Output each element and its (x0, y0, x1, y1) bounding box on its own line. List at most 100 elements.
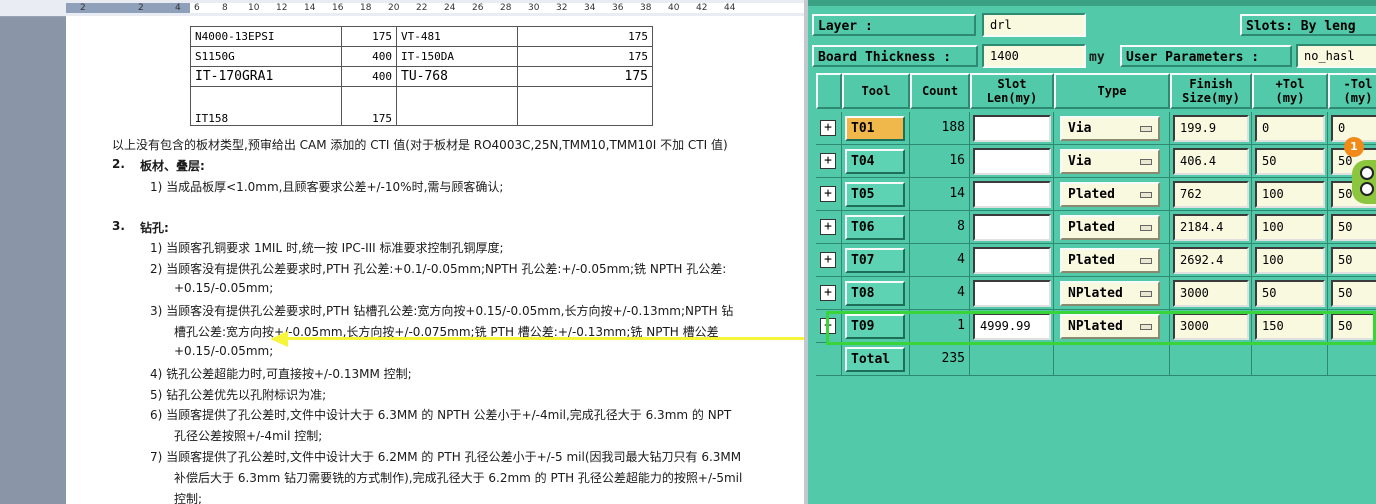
ruler-tick: 16 (332, 3, 344, 13)
col-header-minus-tol: -Tol (my) (1328, 73, 1376, 109)
plus-tol-input[interactable]: 0 (1255, 115, 1325, 142)
mascot-eye-icon (1360, 166, 1374, 180)
list-item-continued: +0.15/-0.05mm; (174, 281, 274, 295)
table-row: IT-170GRA1 400 TU-768 175 (190, 66, 653, 87)
type-dropdown[interactable]: Via (1060, 149, 1160, 174)
horizontal-ruler[interactable]: 2 2 4 6 8 10 12 14 16 18 20 22 24 26 28 … (0, 0, 804, 17)
finish-size-input[interactable]: 199.9 (1173, 115, 1249, 142)
count-value: 16 (949, 153, 965, 168)
ruler-tick: 28 (500, 3, 512, 13)
minus-tol-input[interactable]: 50 (1331, 280, 1376, 307)
section-number: 3. (112, 219, 125, 233)
ruler-tick: 32 (556, 3, 568, 13)
table-row: N4000-13EPSI 175 VT-481 175 (190, 26, 653, 47)
expand-icon[interactable]: + (820, 120, 836, 136)
list-item-continued: 孔径公差按照+/-4mil 控制; (174, 429, 323, 443)
type-dropdown[interactable]: NPlated (1060, 281, 1160, 306)
tool-button[interactable]: T01 (845, 116, 905, 141)
ruler-tick: 22 (416, 3, 428, 13)
count-value: 188 (941, 120, 965, 135)
user-parameters-label: User Parameters : (1120, 45, 1292, 67)
table-row: + T04 16 Via 406.4 50 50 (816, 145, 1376, 178)
document-page[interactable]: N4000-13EPSI 175 VT-481 175 S1150G 400 I… (66, 16, 804, 504)
ruler-tick: 4 (175, 3, 181, 13)
slot-length-input[interactable] (973, 214, 1051, 241)
tool-button[interactable]: T05 (845, 182, 905, 207)
expand-icon[interactable]: + (820, 285, 836, 301)
finish-size-input[interactable]: 3000 (1173, 280, 1249, 307)
tool-button[interactable]: T06 (845, 215, 905, 240)
layer-field[interactable]: drl (982, 13, 1086, 37)
type-dropdown[interactable]: Via (1060, 116, 1160, 141)
expand-icon[interactable]: + (820, 219, 836, 235)
table-cell: 175 (341, 86, 397, 126)
ruler-tick: 42 (696, 3, 708, 13)
type-dropdown[interactable]: Plated (1060, 215, 1160, 240)
list-item: 2) 当顾客没有提供孔公差要求时,PTH 孔公差:+0.1/-0.05mm;NP… (150, 262, 727, 276)
mascot-icon[interactable] (1352, 160, 1376, 204)
plus-tol-input[interactable]: 50 (1255, 280, 1325, 307)
list-item: 4) 铣孔公差超能力时,可直接按+/-0.13MM 控制; (150, 367, 412, 381)
plus-tol-input[interactable]: 100 (1255, 247, 1325, 274)
doc-paragraph: 以上没有包含的板材类型,预审给出 CAM 添加的 CTI 值(对于板材是 RO4… (112, 138, 728, 152)
highlight-box-t09 (826, 311, 1376, 345)
table-cell: 175 (341, 26, 397, 47)
board-thickness-field[interactable]: 1400 (982, 44, 1086, 68)
chevron-down-icon (1140, 225, 1152, 231)
expand-icon[interactable]: + (820, 252, 836, 268)
type-dropdown[interactable]: Plated (1060, 182, 1160, 207)
plus-tol-input[interactable]: 100 (1255, 214, 1325, 241)
document-window: 2 2 4 6 8 10 12 14 16 18 20 22 24 26 28 … (0, 0, 804, 504)
count-value: 4 (957, 285, 965, 300)
list-item-continued: +0.15/-0.05mm; (174, 344, 274, 358)
tool-button[interactable]: T07 (845, 248, 905, 273)
user-parameters-field[interactable]: no_hasl (1296, 44, 1376, 68)
ruler-tick: 18 (360, 3, 372, 13)
col-header-count: Count (910, 73, 970, 109)
table-cell (396, 86, 518, 126)
finish-size-input[interactable]: 2184.4 (1173, 214, 1249, 241)
slot-length-input[interactable] (973, 115, 1051, 142)
list-item: 6) 当顾客提供了孔公差时,文件中设计大于 6.3MM 的 NPTH 公差小于+… (150, 408, 732, 422)
ruler-tick: 12 (276, 3, 288, 13)
minus-tol-input[interactable]: 50 (1331, 214, 1376, 241)
ruler-tick: 34 (584, 3, 596, 13)
section-title: 钻孔: (140, 221, 169, 235)
notification-badge[interactable]: 1 (1344, 137, 1364, 157)
ruler-tick: 26 (472, 3, 484, 13)
finish-size-input[interactable]: 2692.4 (1173, 247, 1249, 274)
plus-tol-input[interactable]: 100 (1255, 181, 1325, 208)
type-dropdown[interactable]: Plated (1060, 248, 1160, 273)
ruler-tick: 24 (444, 3, 456, 13)
slot-length-input[interactable] (973, 148, 1051, 175)
col-header-type: Type (1054, 73, 1170, 109)
tool-button[interactable]: T04 (845, 149, 905, 174)
expand-icon[interactable]: + (820, 153, 836, 169)
col-header-plus-tol: +Tol (my) (1252, 73, 1328, 109)
plus-tol-input[interactable]: 50 (1255, 148, 1325, 175)
slot-length-input[interactable] (973, 247, 1051, 274)
total-label: Total (845, 347, 905, 372)
col-header-slot-len: Slot Len(my) (970, 73, 1054, 109)
finish-size-input[interactable]: 762 (1173, 181, 1249, 208)
ruler-tick: 30 (528, 3, 540, 13)
type-value: Plated (1068, 187, 1115, 202)
ruler-tick: 2 (138, 3, 144, 13)
ruler-tick: 6 (194, 3, 200, 13)
ruler-tick: 8 (222, 3, 228, 13)
slots-mode-button[interactable]: Slots: By leng (1240, 14, 1376, 36)
count-value: 8 (957, 219, 965, 234)
tool-button[interactable]: T08 (845, 281, 905, 306)
finish-size-input[interactable]: 406.4 (1173, 148, 1249, 175)
ruler-tick: 2 (80, 3, 86, 13)
layer-label: Layer : (812, 14, 976, 36)
col-header-tool: Tool (842, 73, 910, 109)
type-value: Via (1068, 154, 1092, 169)
minus-tol-input[interactable]: 50 (1331, 247, 1376, 274)
slot-length-input[interactable] (973, 181, 1051, 208)
slot-length-input[interactable] (973, 280, 1051, 307)
expand-icon[interactable]: + (820, 186, 836, 202)
annotation-arrow-line (282, 337, 806, 340)
type-value: Via (1068, 121, 1092, 136)
table-cell: N4000-13EPSI (190, 26, 342, 47)
